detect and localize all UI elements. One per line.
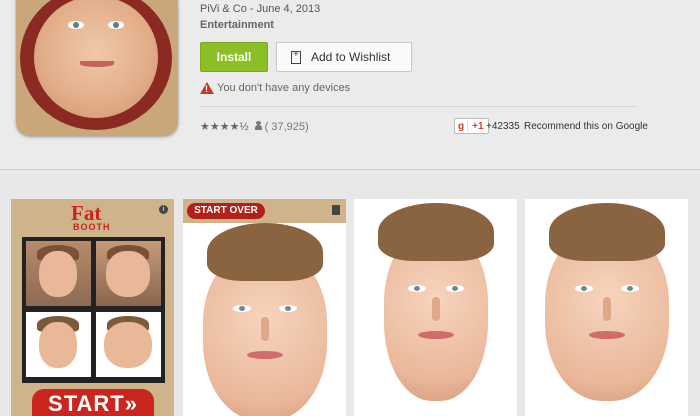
start-over-button: START OVER <box>187 203 265 219</box>
fatbooth-logo-subtitle: BOOTH <box>73 222 111 232</box>
face-photo-fat-2 <box>545 203 669 401</box>
photo-cell <box>96 241 161 306</box>
rating-count: ( 37,925) <box>254 120 309 133</box>
warning-icon: ! <box>200 82 214 94</box>
plus-one-label: +1 <box>472 120 484 132</box>
plus-one-count: +42335 <box>486 121 520 132</box>
device-warning: ! You don't have any devices <box>200 82 350 94</box>
app-icon <box>16 0 178 136</box>
app-icon-mouth <box>80 61 114 67</box>
trash-icon <box>332 205 340 215</box>
screenshot-3[interactable] <box>354 199 517 416</box>
info-icon: i <box>159 205 168 214</box>
divider <box>200 106 637 107</box>
screenshot-1[interactable]: Fat BOOTH i START» <box>11 199 174 416</box>
screenshots-carousel: Fat BOOTH i START» START OVER <box>0 171 700 416</box>
bookmark-add-icon <box>291 49 301 64</box>
photo-cell <box>26 312 91 377</box>
app-icon-eye-left <box>68 21 84 29</box>
photo-grid <box>22 237 165 383</box>
start-over-bar: START OVER <box>183 199 346 223</box>
star-rating: ★★★★½ <box>200 121 249 133</box>
google-plus-one-button[interactable]: g +1 <box>454 118 489 134</box>
photo-cell <box>26 241 91 306</box>
category-link[interactable]: Entertainment <box>200 19 274 31</box>
rating-summary: ★★★★½ ( 37,925) <box>200 120 309 133</box>
face-photo-normal <box>374 203 498 401</box>
recommend-text: Recommend this on Google <box>524 121 648 132</box>
add-to-wishlist-button[interactable]: Add to Wishlist <box>276 42 412 72</box>
google-plus-icon: g <box>455 120 469 132</box>
developer-line: PiVi & Co - June 4, 2013 <box>200 3 320 15</box>
warning-text: You don't have any devices <box>217 82 351 94</box>
wishlist-label: Add to Wishlist <box>311 50 391 64</box>
developer-link[interactable]: PiVi & Co <box>200 3 247 15</box>
app-icon-face <box>34 0 158 118</box>
screenshot-2[interactable]: START OVER <box>183 199 346 416</box>
release-date: - June 4, 2013 <box>246 3 321 15</box>
photo-cell <box>96 312 161 377</box>
start-button: START» <box>32 389 154 416</box>
app-details-header: PiVi & Co - June 4, 2013 Entertainment I… <box>0 0 700 170</box>
person-icon <box>254 120 262 130</box>
face-photo-fat <box>203 223 327 416</box>
app-icon-eye-right <box>108 21 124 29</box>
screenshot-4[interactable] <box>525 199 688 416</box>
install-button[interactable]: Install <box>200 42 268 72</box>
